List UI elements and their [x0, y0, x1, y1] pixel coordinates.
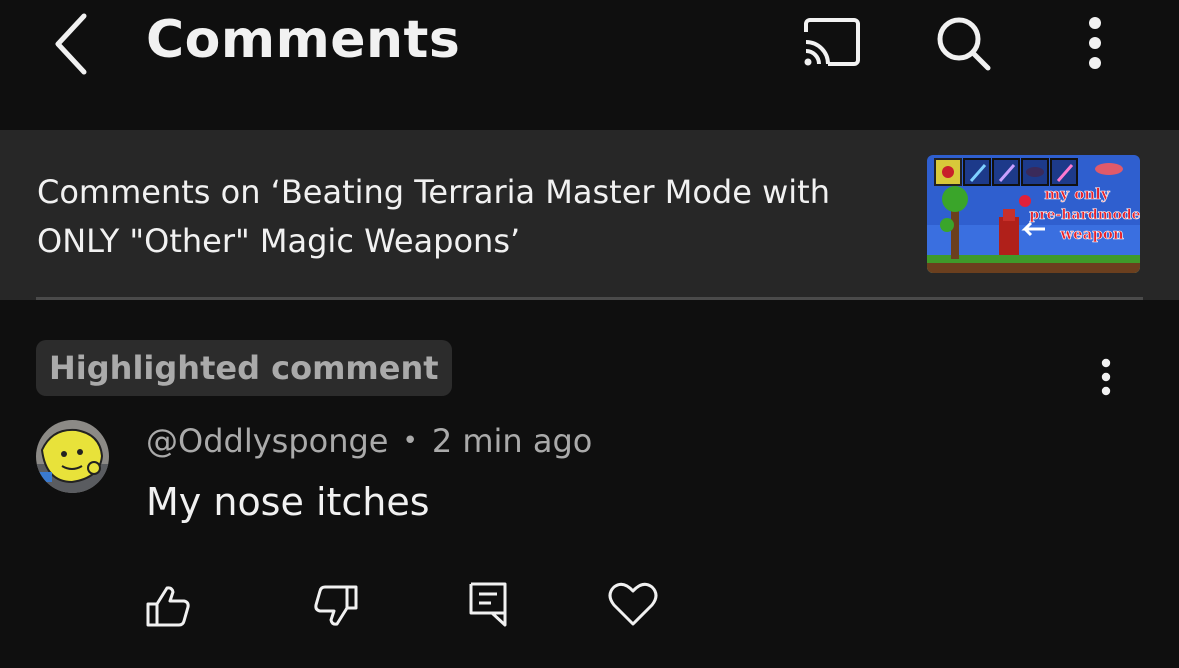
search-icon — [937, 17, 991, 71]
back-button[interactable] — [40, 8, 104, 80]
highlighted-comment-badge: Highlighted comment — [36, 340, 452, 396]
thumbnail-caption: my only — [1044, 185, 1110, 203]
thumbnail-caption: weapon — [1059, 225, 1124, 243]
heart-button[interactable] — [604, 576, 662, 632]
chevron-left-icon — [55, 13, 87, 75]
avatar[interactable] — [36, 420, 109, 493]
comment-text: My nose itches — [146, 480, 430, 524]
page-title: Comments — [146, 10, 461, 70]
search-button[interactable] — [930, 10, 996, 76]
comment-time: 2 min ago — [431, 422, 593, 460]
video-thumbnail[interactable]: my only pre-hardmode weapon — [927, 155, 1140, 273]
dislike-icon — [314, 585, 358, 626]
comment-meta: @Oddlysponge • 2 min ago — [146, 422, 592, 460]
reply-button[interactable] — [460, 576, 516, 632]
cast-icon — [804, 18, 860, 66]
cast-button[interactable] — [796, 12, 866, 72]
reply-icon — [469, 582, 507, 627]
like-icon — [146, 586, 190, 627]
thumbnail-caption: pre-hardmode — [1029, 207, 1140, 223]
video-title: Comments on ‘Beating Terraria Master Mod… — [37, 173, 830, 260]
like-button[interactable] — [140, 578, 196, 634]
more-vert-icon — [1089, 17, 1101, 69]
meta-separator: • — [402, 426, 418, 456]
dislike-button[interactable] — [308, 578, 364, 634]
comment-more-button[interactable] — [1088, 352, 1124, 402]
divider — [36, 297, 1143, 300]
more-vert-icon — [1101, 358, 1111, 396]
more-options-button[interactable] — [1072, 10, 1118, 76]
comment-author[interactable]: @Oddlysponge — [146, 422, 388, 460]
heart-icon — [608, 582, 658, 626]
